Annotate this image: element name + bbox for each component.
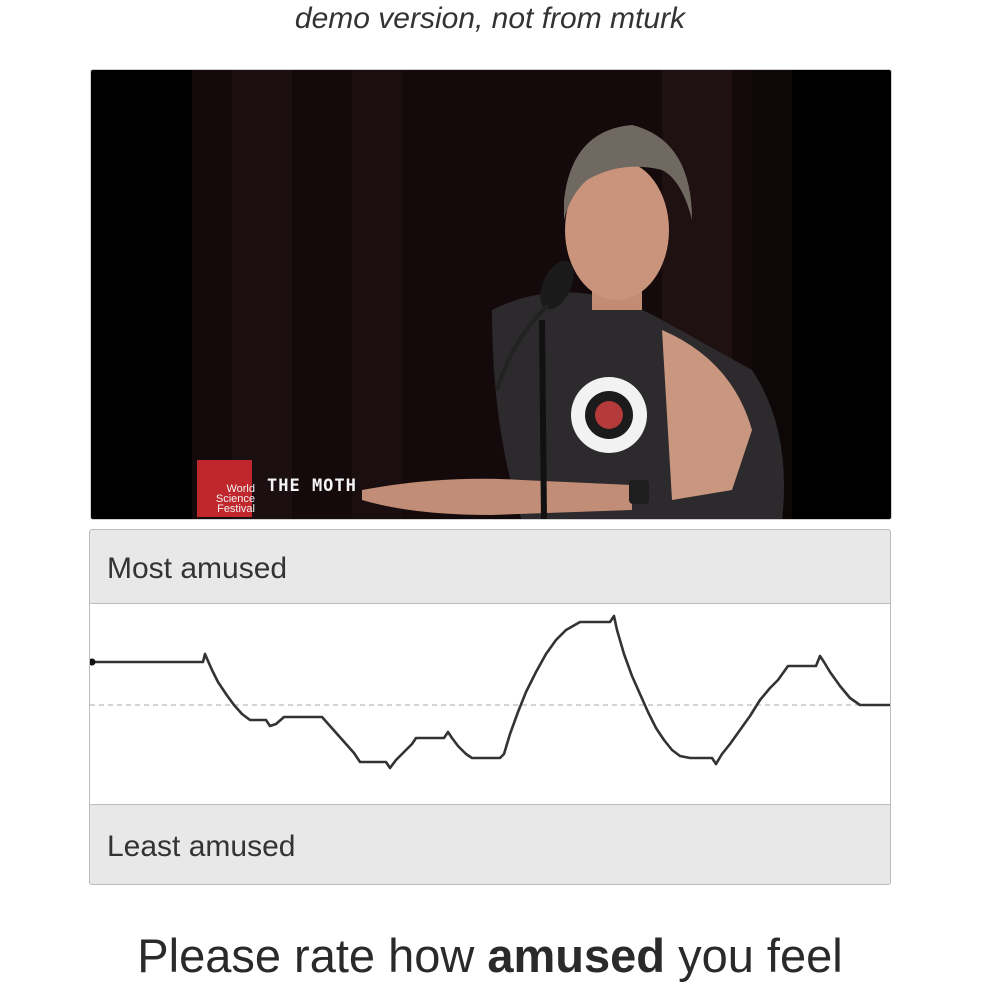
video-player[interactable]: World Science Festival THE MOTH	[90, 69, 892, 520]
prompt-emphasis: amused	[487, 929, 666, 982]
video-overlay-title: THE MOTH	[267, 476, 357, 496]
least-amused-label: Least amused	[107, 830, 296, 863]
prompt-before: Please rate how	[137, 929, 488, 982]
rating-prompt: Please rate how amused you feel	[0, 928, 980, 984]
trace-start-marker	[90, 658, 96, 666]
rating-trace-plot	[90, 614, 890, 770]
speaker-illustration	[192, 70, 792, 519]
most-amused-label: Most amused	[107, 552, 288, 585]
rating-trace-line	[91, 614, 890, 770]
amusement-rating-panel[interactable]: Most amused Least amused	[89, 529, 891, 885]
rating-trace-area[interactable]	[90, 603, 890, 805]
demo-version-note: demo version, not from mturk	[294, 2, 686, 35]
video-frame-image	[192, 70, 792, 519]
logo-text: World Science Festival	[215, 483, 255, 515]
prompt-after: you feel	[665, 929, 843, 982]
